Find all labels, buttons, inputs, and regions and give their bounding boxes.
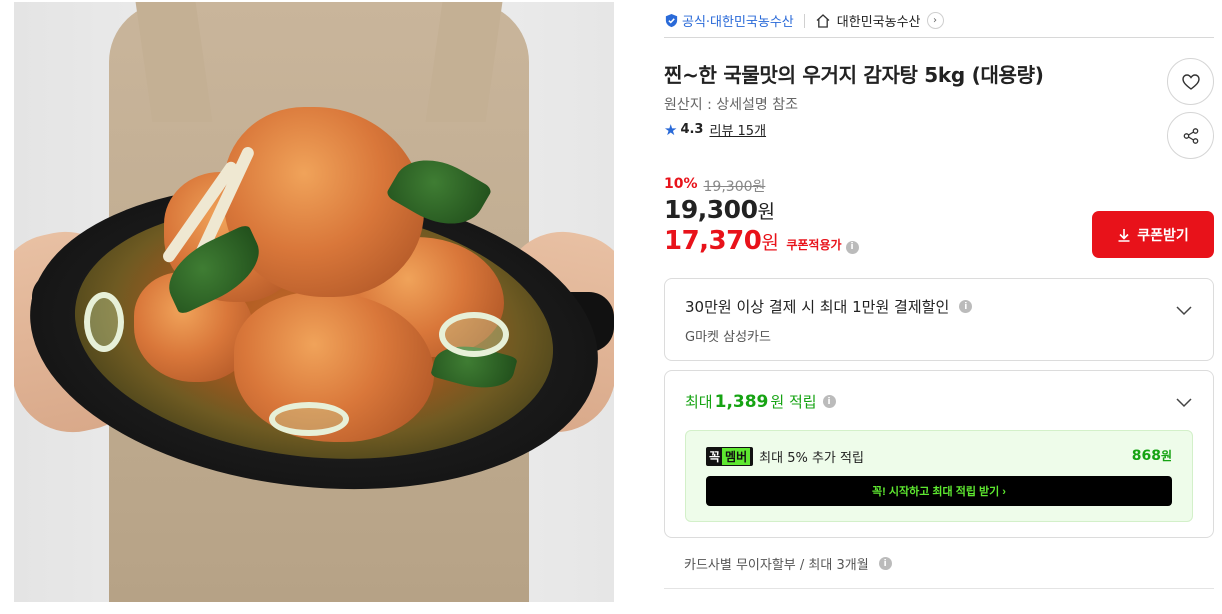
points-suffix: 원 적립 xyxy=(770,393,817,411)
favorite-button[interactable] xyxy=(1167,58,1214,105)
points-panel: 최대 1,389 원 적립 i 꼭 멤버 최대 5% 추가 적립 868원 꼭! … xyxy=(664,370,1214,538)
green-onion-slice xyxy=(84,292,124,352)
divider xyxy=(664,588,1214,589)
get-coupon-label: 쿠폰받기 xyxy=(1137,226,1189,243)
coupon-price-row: 17,370원 쿠폰적용가 i xyxy=(664,226,859,256)
membership-logo-b: 멤버 xyxy=(722,448,751,465)
coupon-price-number: 17,370 xyxy=(664,226,762,256)
info-icon[interactable]: i xyxy=(822,395,836,408)
discount-row: 10% 19,300원 xyxy=(664,176,765,196)
membership-logo-a: 꼭 xyxy=(709,450,721,464)
share-icon xyxy=(1182,127,1200,145)
points-headline: 최대 1,389 원 적립 i xyxy=(685,391,836,412)
info-icon[interactable]: i xyxy=(878,557,892,570)
membership-text: 최대 5% 추가 적립 xyxy=(759,451,864,466)
sale-price-unit: 원 xyxy=(757,201,775,223)
membership-logo: 꼭 멤버 xyxy=(706,447,754,466)
membership-box: 꼭 멤버 최대 5% 추가 적립 868원 꼭! 시작하고 최대 적립 받기 › xyxy=(685,430,1193,522)
card-name: G마켓 삼성카드 xyxy=(685,330,771,345)
product-info-panel: 공식·대한민국농수산 대한민국농수산 › 찐~한 국물맛의 우거지 감자탕 5k… xyxy=(664,0,1214,614)
official-seller-label[interactable]: 공식·대한민국농수산 xyxy=(682,11,794,30)
sale-price: 19,300원 xyxy=(664,195,775,224)
card-benefit-text: 30만원 이상 결제 시 최대 1만원 결제할인 xyxy=(685,298,950,316)
home-icon[interactable] xyxy=(815,13,831,29)
sale-price-number: 19,300 xyxy=(664,195,758,224)
points-amount: 1,389 xyxy=(714,391,769,412)
get-coupon-button[interactable]: 쿠폰받기 xyxy=(1092,211,1214,258)
membership-line: 꼭 멤버 최대 5% 추가 적립 xyxy=(706,447,864,466)
info-icon[interactable]: i xyxy=(959,300,973,313)
product-title: 찐~한 국물맛의 우거지 감자탕 5kg (대용량) xyxy=(664,63,1044,87)
membership-start-button[interactable]: 꼭! 시작하고 최대 적립 받기 › xyxy=(706,476,1172,506)
chevron-down-icon[interactable] xyxy=(1175,301,1193,319)
discount-rate: 10% xyxy=(664,176,698,192)
original-price: 19,300원 xyxy=(703,179,766,195)
green-onion-slice xyxy=(269,402,349,436)
chevron-right-icon[interactable]: › xyxy=(926,12,944,29)
coupon-price: 17,370원 xyxy=(664,226,779,256)
installment-text: 카드사별 무이자할부 / 최대 3개월 xyxy=(684,558,869,573)
rating-row: ★ 4.3 리뷰 15개 xyxy=(664,120,766,140)
divider xyxy=(803,13,805,28)
review-link[interactable]: 리뷰 15개 xyxy=(709,120,766,139)
seller-row: 공식·대한민국농수산 대한민국농수산 › xyxy=(664,4,1214,38)
membership-amount: 868원 xyxy=(1132,447,1172,464)
membership-amount-number: 868 xyxy=(1131,448,1161,464)
chevron-down-icon[interactable] xyxy=(1175,393,1193,411)
info-icon[interactable]: i xyxy=(845,240,859,254)
membership-amount-unit: 원 xyxy=(1160,449,1172,463)
points-prefix: 최대 xyxy=(685,393,713,411)
product-image[interactable] xyxy=(14,2,614,602)
shop-name-link[interactable]: 대한민국농수산 xyxy=(837,11,921,30)
green-onion-slice xyxy=(439,312,509,357)
coupon-price-unit: 원 xyxy=(761,232,779,254)
installment-info: 카드사별 무이자할부 / 최대 3개월 i xyxy=(684,554,892,573)
rating-value: 4.3 xyxy=(680,122,704,137)
star-icon: ★ xyxy=(664,120,678,139)
card-benefit-panel[interactable]: 30만원 이상 결제 시 최대 1만원 결제할인 i G마켓 삼성카드 xyxy=(664,278,1214,361)
share-button[interactable] xyxy=(1167,112,1214,159)
heart-icon xyxy=(1181,72,1201,92)
coupon-price-label: 쿠폰적용가 xyxy=(786,238,842,252)
card-benefit-headline: 30만원 이상 결제 시 최대 1만원 결제할인 i xyxy=(685,296,973,317)
origin-info: 원산지 : 상세설명 참조 xyxy=(664,97,798,113)
download-icon xyxy=(1117,228,1131,242)
shield-check-icon xyxy=(664,13,679,28)
